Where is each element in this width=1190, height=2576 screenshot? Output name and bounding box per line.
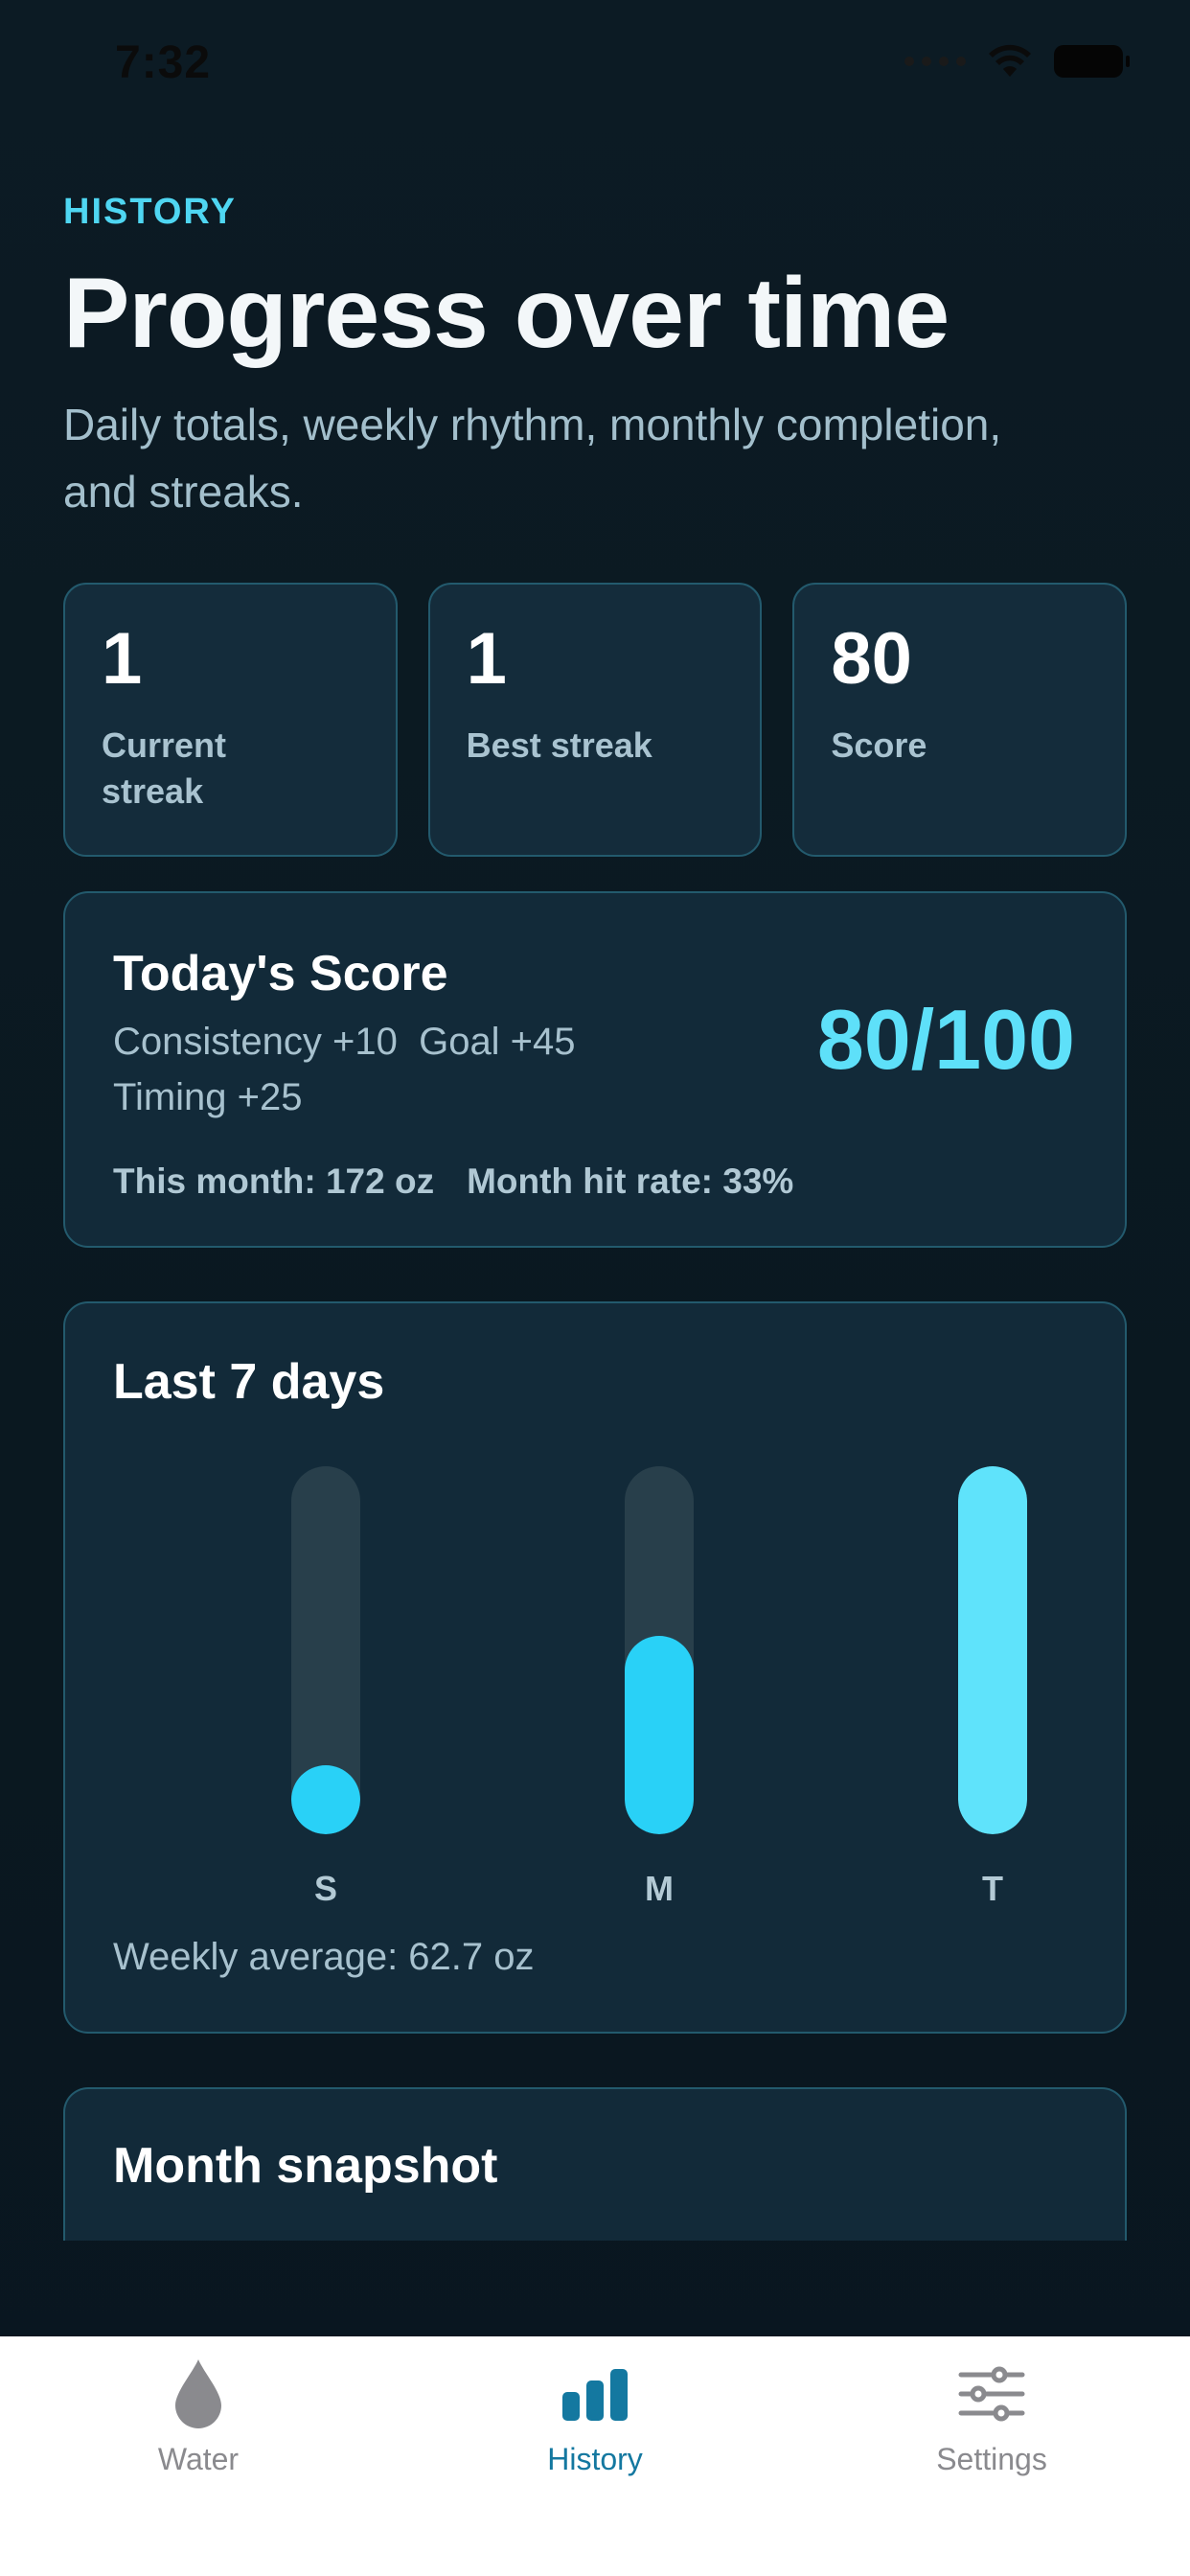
- bar-day-label: T: [982, 1869, 1003, 1908]
- month-total: This month: 172 oz: [113, 1162, 435, 1201]
- bar-track: [291, 1466, 360, 1834]
- tab-history-label: History: [547, 2442, 643, 2476]
- status-icons: [904, 44, 1130, 79]
- status-bar: 7:32: [0, 0, 1190, 134]
- sliders-icon: [953, 2356, 1030, 2432]
- month-card-title: Month snapshot: [113, 2138, 498, 2194]
- score-stat-card: 80 Score: [792, 583, 1128, 857]
- stats-row: 1 Current streak 1 Best streak 80 Score: [63, 583, 1128, 857]
- month-summary: This month: 172 oz Month hit rate: 33%: [113, 1162, 793, 1202]
- month-hit-rate: Month hit rate: 33%: [467, 1162, 794, 1201]
- tab-history[interactable]: History: [451, 2356, 739, 2576]
- current-streak-label: Current streak: [102, 725, 227, 811]
- page-subtitle: Daily totals, weekly rhythm, monthly com…: [63, 400, 1002, 517]
- battery-icon: [1054, 45, 1130, 78]
- score-stat-value: 80: [831, 618, 912, 700]
- last-7-days-card: Last 7 days S M T Weekly average: 62.7 oz: [63, 1301, 1127, 2034]
- score-card-title: Today's Score: [113, 946, 448, 1001]
- score-value: 80/100: [816, 992, 1075, 1087]
- current-streak-value: 1: [102, 618, 143, 700]
- bar-track: [625, 1466, 694, 1834]
- month-snapshot-card: Month snapshot: [63, 2087, 1127, 2241]
- week-card-title: Last 7 days: [113, 1354, 385, 1410]
- best-streak-card: 1 Best streak: [427, 583, 763, 857]
- wifi-icon: [989, 44, 1031, 77]
- consistency-points: Consistency +10: [113, 1021, 398, 1063]
- todays-score-card: Today's Score Consistency +10 Goal +45 T…: [63, 891, 1127, 1248]
- tab-bar: Water History Settings: [0, 2336, 1190, 2576]
- tab-water[interactable]: Water: [55, 2356, 342, 2576]
- score-breakdown: Consistency +10 Goal +45 Timing +25: [113, 1014, 726, 1125]
- weekly-bar-chart: SMT: [65, 1466, 1129, 1908]
- best-streak-label: Best streak: [466, 725, 652, 765]
- weekly-average: Weekly average: 62.7 oz: [113, 1936, 535, 1978]
- bar-track: [958, 1466, 1027, 1834]
- current-streak-card: 1 Current streak: [63, 583, 398, 857]
- tab-settings-label: Settings: [936, 2442, 1047, 2476]
- tab-settings[interactable]: Settings: [848, 2356, 1135, 2576]
- bar-chart-icon: [557, 2356, 633, 2432]
- bar-fill: [625, 1636, 694, 1834]
- score-stat-label: Score: [831, 725, 927, 765]
- page-title: Progress over time: [63, 258, 950, 369]
- status-time: 7:32: [115, 37, 212, 88]
- bar-fill: [291, 1765, 360, 1834]
- section-eyebrow: HISTORY: [63, 192, 237, 232]
- tab-water-label: Water: [157, 2442, 240, 2476]
- drop-icon: [160, 2356, 237, 2432]
- best-streak-value: 1: [466, 618, 507, 700]
- timing-points: Timing +25: [113, 1076, 303, 1118]
- signal-icon: [904, 57, 966, 66]
- bar-day-label: S: [313, 1869, 337, 1908]
- bar-fill: [958, 1466, 1027, 1834]
- goal-points: Goal +45: [419, 1021, 576, 1063]
- bar-day-label: M: [645, 1869, 674, 1908]
